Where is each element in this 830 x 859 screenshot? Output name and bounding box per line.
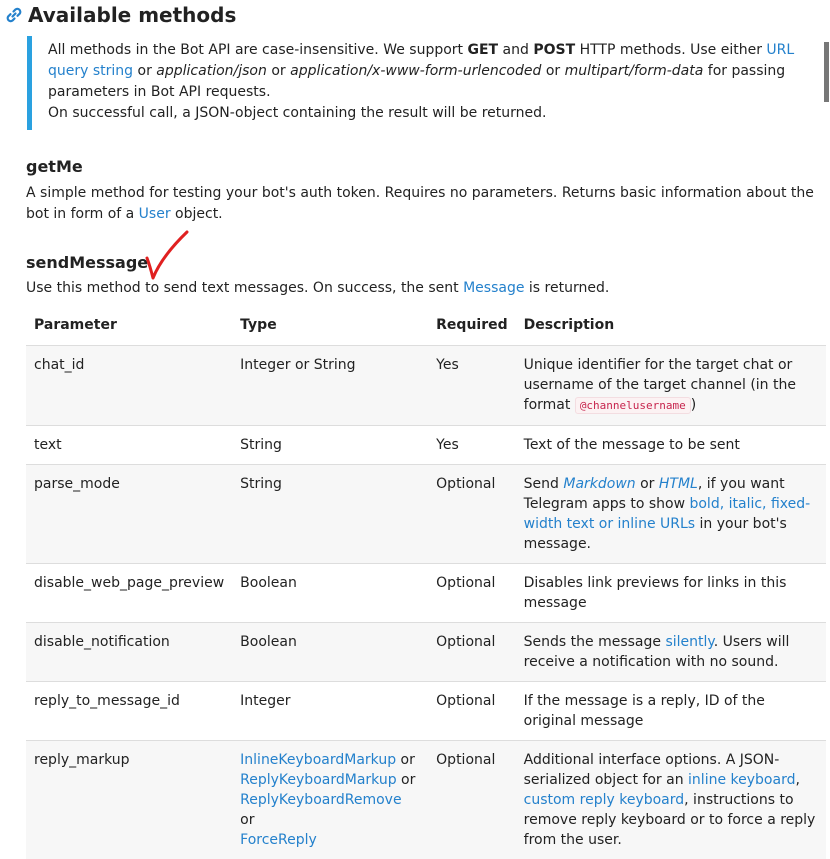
post-keyword: POST [533,42,575,58]
red-checkmark-icon [140,228,190,284]
description-text: , [795,772,799,788]
link-icon[interactable] [4,5,24,25]
parameters-table: Parameter Type Required Description chat… [26,306,826,859]
param-required: Optional [428,682,515,741]
reply-keyboard-markup-link[interactable]: ReplyKeyboardMarkup [240,772,396,788]
param-name: parse_mode [26,465,232,564]
param-type: Boolean [232,623,428,682]
callout-text: and [498,42,533,58]
callout-text: or [133,63,156,79]
force-reply-link[interactable]: ForceReply [240,832,317,848]
param-name: text [26,426,232,465]
description-text: Sends the message [524,634,666,650]
param-description: Additional interface options. A JSON-ser… [516,741,826,859]
callout-text: or [267,63,290,79]
param-name: reply_to_message_id [26,682,232,741]
column-header: Required [428,306,515,346]
callout-text: HTTP methods. Use either [575,42,766,58]
section-heading: Available methods [4,0,236,30]
table-row: parse_mode String Optional Send Markdown… [26,465,826,564]
param-type: Boolean [232,564,428,623]
callout-paragraph-2: On successful call, a JSON-object contai… [48,103,829,124]
table-row: chat_id Integer or String Yes Unique ide… [26,346,826,426]
param-required: Optional [428,623,515,682]
param-required: Yes [428,346,515,426]
sendmessage-title: sendMessage [26,253,148,272]
html-link[interactable]: HTML [659,476,698,492]
scrollbar-thumb[interactable] [824,42,829,102]
silently-link[interactable]: silently [665,634,713,650]
description-text: or [636,476,659,492]
param-description: If the message is a reply, ID of the ori… [516,682,826,741]
description-text: Use this method to send text messages. O… [26,280,463,296]
description-text: Send [524,476,564,492]
table-row: disable_notification Boolean Optional Se… [26,623,826,682]
param-required: Optional [428,564,515,623]
get-keyword: GET [467,42,498,58]
param-name: reply_markup [26,741,232,859]
type-separator: or [240,812,254,828]
param-description: Send Markdown or HTML, if you want Teleg… [516,465,826,564]
description-text: object. [171,206,223,222]
getme-description: A simple method for testing your bot's a… [26,183,826,225]
table-row: reply_markup InlineKeyboardMarkup orRepl… [26,741,826,859]
table-header-row: Parameter Type Required Description [26,306,826,346]
param-required: Optional [428,741,515,859]
param-description: Sends the message silently. Users will r… [516,623,826,682]
inline-keyboard-link[interactable]: inline keyboard [688,772,795,788]
table-row: disable_web_page_preview Boolean Optiona… [26,564,826,623]
param-description: Text of the message to be sent [516,426,826,465]
info-callout: All methods in the Bot API are case-inse… [27,36,829,130]
inline-keyboard-markup-link[interactable]: InlineKeyboardMarkup [240,752,396,768]
callout-paragraph-1: All methods in the Bot API are case-inse… [48,40,829,103]
param-type: InlineKeyboardMarkup orReplyKeyboardMark… [232,741,428,859]
param-type: Integer or String [232,346,428,426]
message-link[interactable]: Message [463,280,524,296]
content-type-form: application/x-www-form-urlencoded [290,63,541,79]
table-row: reply_to_message_id Integer Optional If … [26,682,826,741]
inline-code: @channelusername [575,397,691,414]
type-separator: or [396,752,415,768]
param-type: String [232,426,428,465]
param-name: disable_notification [26,623,232,682]
callout-text: All methods in the Bot API are case-inse… [48,42,467,58]
param-description: Disables link previews for links in this… [516,564,826,623]
content-type-json: application/json [156,63,267,79]
description-text: is returned. [524,280,609,296]
table-row: text String Yes Text of the message to b… [26,426,826,465]
user-link[interactable]: User [139,206,171,222]
description-text: ) [691,397,696,413]
type-separator: or [397,772,416,788]
param-required: Optional [428,465,515,564]
column-header: Description [516,306,826,346]
getme-title: getMe [26,157,83,176]
param-name: chat_id [26,346,232,426]
reply-keyboard-remove-link[interactable]: ReplyKeyboardRemove [240,792,401,808]
param-type: Integer [232,682,428,741]
param-description: Unique identifier for the target chat or… [516,346,826,426]
column-header: Type [232,306,428,346]
custom-reply-keyboard-link[interactable]: custom reply keyboard [524,792,685,808]
param-name: disable_web_page_preview [26,564,232,623]
param-required: Yes [428,426,515,465]
markdown-link[interactable]: Markdown [563,476,635,492]
page-title: Available methods [28,3,236,27]
content-type-multipart: multipart/form-data [565,63,704,79]
callout-text: or [541,63,564,79]
param-type: String [232,465,428,564]
column-header: Parameter [26,306,232,346]
